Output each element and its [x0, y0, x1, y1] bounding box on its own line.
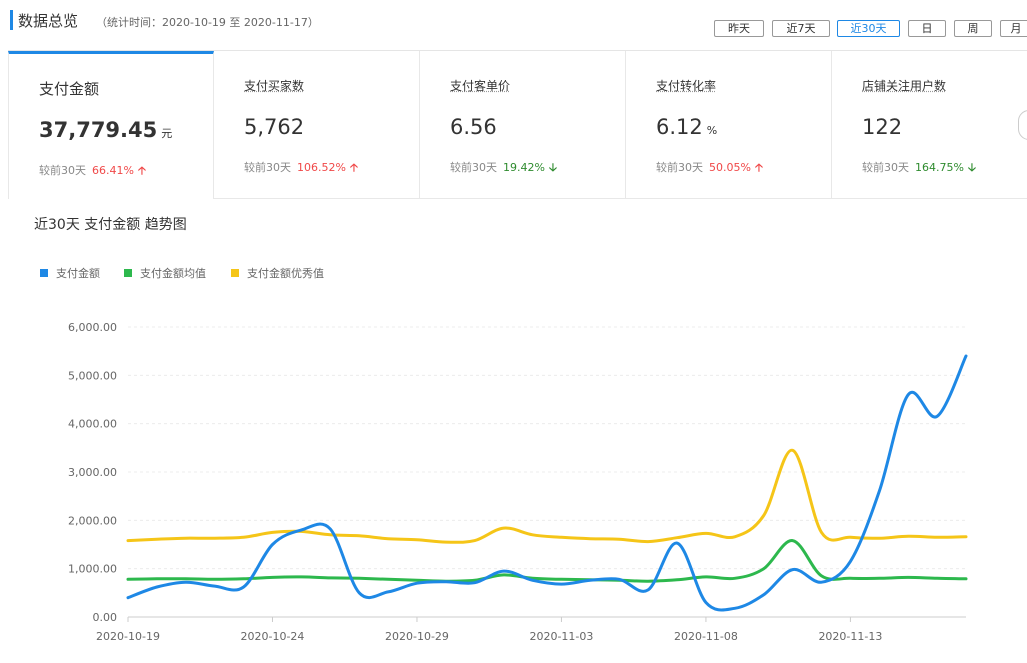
card-label: 支付金额	[39, 80, 100, 98]
y-tick-label: 1,000.00	[68, 563, 117, 576]
y-tick-label: 2,000.00	[68, 514, 117, 527]
card-label: 支付客单价	[450, 79, 511, 93]
card-compare: 较前30天 164.75% 🡣	[862, 159, 976, 178]
card-value: 122	[862, 115, 902, 139]
legend-item-payment-amount[interactable]: 支付金额	[40, 265, 100, 281]
x-tick-label: 2020-11-13	[818, 630, 882, 643]
card-unit: 元	[161, 127, 173, 140]
card-unit: %	[706, 124, 718, 137]
card-label: 店铺关注用户数	[862, 79, 947, 93]
stat-period: （统计时间：2020-10-19 至 2020-11-17）	[96, 16, 319, 29]
card-value: 5,762	[244, 115, 304, 139]
range-button-yesterday[interactable]: 昨天	[714, 20, 764, 37]
change-percent: 164.75%	[915, 161, 964, 174]
card-value-number: 6.12	[656, 115, 703, 139]
compare-label: 较前30天	[39, 164, 86, 177]
range-button-30days[interactable]: 近30天	[837, 20, 900, 37]
arrow-up-icon: 🡡	[349, 161, 358, 174]
legend-label: 支付金额优秀值	[247, 267, 324, 280]
card-label: 支付转化率	[656, 79, 717, 93]
series-line-2	[126, 448, 968, 544]
x-tick-label: 2020-10-19	[96, 630, 160, 643]
card-value-number: 37,779.45	[39, 118, 158, 142]
page-title: 数据总览	[18, 12, 79, 30]
y-tick-label: 5,000.00	[68, 369, 117, 382]
page-header: 数据总览 （统计时间：2020-10-19 至 2020-11-17） 昨天 近…	[0, 0, 1027, 50]
card-value: 6.56	[450, 115, 497, 139]
arrow-up-icon: 🡡	[137, 164, 146, 177]
card-conversion-rate[interactable]: 支付转化率 6.12% 较前30天 50.05% 🡡	[626, 51, 832, 199]
card-compare: 较前30天 66.41% 🡡	[39, 162, 146, 181]
card-store-followers[interactable]: 店铺关注用户数 122 较前30天 164.75% 🡣	[832, 51, 1027, 199]
legend-swatch-yellow	[231, 269, 239, 277]
carousel-next-handle[interactable]	[1018, 110, 1027, 140]
y-tick-label: 3,000.00	[68, 466, 117, 479]
card-avg-order-value[interactable]: 支付客单价 6.56 较前30天 19.42% 🡣	[420, 51, 626, 199]
x-axis-ticks: 2020-10-19 2020-10-24 2020-10-29 2020-11-03…	[96, 617, 882, 643]
card-value-number: 122	[862, 115, 903, 139]
card-compare: 较前30天 19.42% 🡣	[450, 159, 557, 178]
legend-label: 支付金额	[56, 267, 100, 280]
arrow-up-icon: 🡡	[754, 161, 763, 174]
card-compare: 较前30天 50.05% 🡡	[656, 159, 763, 178]
x-tick-label: 2020-10-24	[241, 630, 305, 643]
card-value-number: 6.56	[450, 115, 497, 139]
card-compare: 较前30天 106.52% 🡡	[244, 159, 358, 178]
card-paying-buyers[interactable]: 支付买家数 5,762 较前30天 106.52% 🡡	[214, 51, 420, 199]
range-button-day[interactable]: 日	[908, 20, 946, 37]
y-tick-label: 4,000.00	[68, 418, 117, 431]
title-accent-bar	[10, 10, 13, 30]
y-axis-ticks: 0.00 1,000.00 2,000.00 3,000.00 4,000.00 5,00…	[68, 321, 117, 624]
change-percent: 106.52%	[297, 161, 346, 174]
legend-swatch-blue	[40, 269, 48, 277]
legend-item-payment-average[interactable]: 支付金额均值	[124, 265, 206, 281]
arrow-down-icon: 🡣	[967, 161, 976, 174]
card-label: 支付买家数	[244, 79, 305, 93]
trend-chart: 0.00 1,000.00 2,000.00 3,000.00 4,000.00 5,00…	[68, 321, 968, 643]
change-percent: 50.05%	[709, 161, 751, 174]
compare-label: 较前30天	[862, 161, 909, 174]
series-line-0	[126, 354, 968, 612]
arrow-down-icon: 🡣	[548, 161, 557, 174]
compare-label: 较前30天	[656, 161, 703, 174]
legend-swatch-green	[124, 269, 132, 277]
card-payment-amount[interactable]: 支付金额 37,779.45 元 较前30天 66.41% 🡡	[8, 51, 214, 199]
card-value: 6.12%	[656, 115, 717, 139]
change-percent: 66.41%	[92, 164, 134, 177]
chart-series	[126, 354, 968, 612]
y-tick-label: 0.00	[93, 611, 118, 624]
range-button-7days[interactable]: 近7天	[772, 20, 830, 37]
x-tick-label: 2020-11-03	[529, 630, 593, 643]
range-button-week[interactable]: 周	[954, 20, 992, 37]
chart-title: 近30天 支付金额 趋势图	[34, 217, 187, 233]
x-tick-label: 2020-11-08	[674, 630, 738, 643]
legend-item-payment-excellent[interactable]: 支付金额优秀值	[231, 265, 324, 281]
change-percent: 19.42%	[503, 161, 545, 174]
range-button-month[interactable]: 月	[1000, 20, 1027, 37]
metric-cards: 支付金额 37,779.45 元 较前30天 66.41% 🡡 支付买家数 5,762…	[8, 50, 1027, 201]
legend-label: 支付金额均值	[140, 267, 206, 280]
compare-label: 较前30天	[450, 161, 497, 174]
x-tick-label: 2020-10-29	[385, 630, 449, 643]
compare-label: 较前30天	[244, 161, 291, 174]
card-value-number: 5,762	[244, 115, 305, 139]
card-value: 37,779.45 元	[39, 118, 172, 142]
y-tick-label: 6,000.00	[68, 321, 117, 334]
